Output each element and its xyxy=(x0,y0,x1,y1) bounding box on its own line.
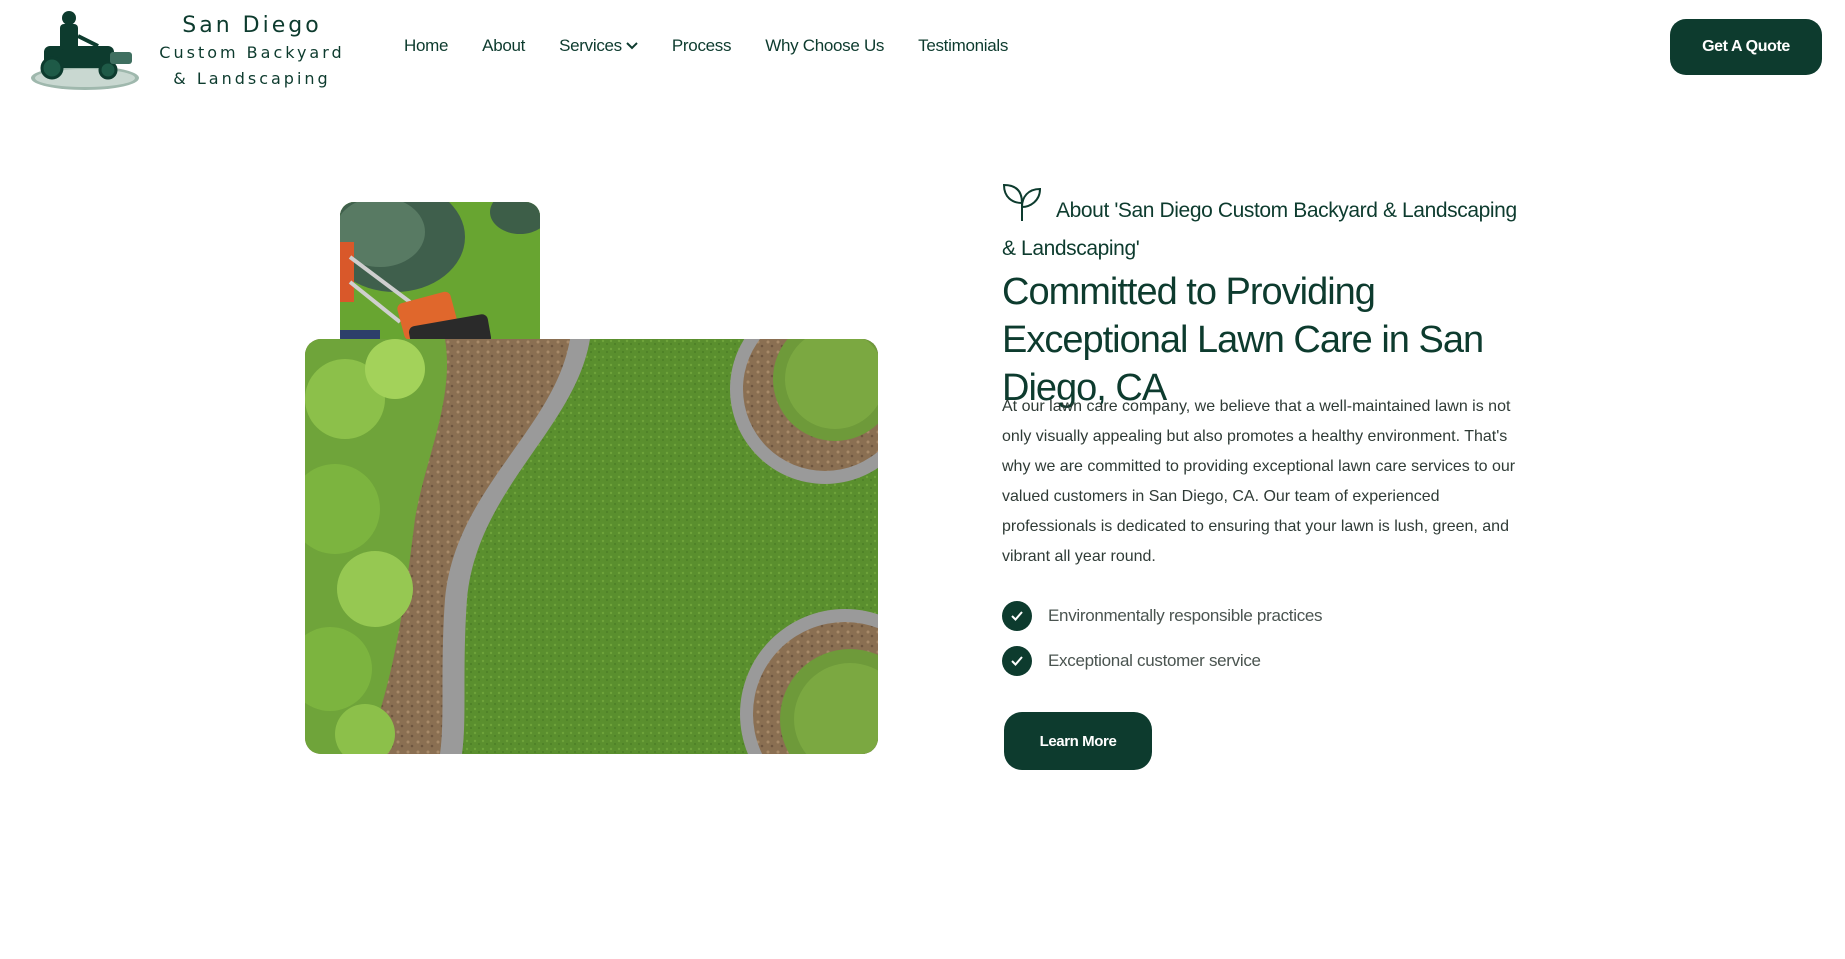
logo-line-2: Custom Backyard xyxy=(159,43,345,62)
nav-services-label: Services xyxy=(559,36,622,55)
lawn-mower-photo xyxy=(340,202,540,352)
nav-about-label: About xyxy=(482,36,526,55)
nav-services[interactable]: Services xyxy=(559,36,638,56)
about-paragraph: At our lawn care company, we believe tha… xyxy=(1002,398,1516,565)
get-a-quote-button[interactable]: Get A Quote xyxy=(1670,19,1822,75)
nav-why-choose-us[interactable]: Why Choose Us xyxy=(765,36,884,56)
feature-item: Exceptional customer service xyxy=(1002,645,1322,677)
nav-process[interactable]: Process xyxy=(671,36,732,56)
nav-process-label: Process xyxy=(671,36,732,55)
nav-testimonials-label: Testimonials xyxy=(918,36,1009,55)
about-label-text: About 'San Diego Custom Backyard & Lands… xyxy=(1002,199,1517,260)
nav-home-label: Home xyxy=(404,36,449,55)
about-label: About 'San Diego Custom Backyard & Lands… xyxy=(1002,183,1522,268)
feature-text: Exceptional customer service xyxy=(1048,651,1261,670)
logo-line-1: San Diego xyxy=(182,13,322,38)
nav-about[interactable]: About xyxy=(482,36,525,56)
nav-home[interactable]: Home xyxy=(404,36,448,56)
feature-text: Environmentally responsible practices xyxy=(1048,606,1323,625)
about-heading-row: About 'San Diego Custom Backyard & Lands… xyxy=(1002,183,1522,268)
garden-lawn-image xyxy=(305,339,878,754)
lawn-mower-image xyxy=(340,202,540,352)
nav-testimonials[interactable]: Testimonials xyxy=(918,36,1008,56)
checkmark-icon xyxy=(1002,646,1032,676)
learn-more-button[interactable]: Learn More xyxy=(1004,712,1152,770)
site-header: San Diego Custom Backyard & Landscaping … xyxy=(0,0,1845,96)
site-logo[interactable]: San Diego Custom Backyard & Landscaping xyxy=(30,6,350,90)
logo-line-3: & Landscaping xyxy=(173,69,331,88)
logo-text: San Diego Custom Backyard & Landscaping xyxy=(142,12,362,92)
nav-why-choose-us-label: Why Choose Us xyxy=(765,36,885,55)
chevron-down-icon xyxy=(626,42,638,50)
main-nav: Home About Services Process Why Choose U… xyxy=(404,36,1042,56)
feature-list: Environmentally responsible practices Ex… xyxy=(1002,600,1323,690)
garden-lawn-photo xyxy=(305,339,878,754)
section-headline: Committed to Providing Exceptional Lawn … xyxy=(1002,271,1484,409)
sprout-icon xyxy=(1002,183,1042,221)
lawn-mower-logo-icon xyxy=(31,11,139,90)
checkmark-icon xyxy=(1002,601,1032,631)
feature-item: Environmentally responsible practices xyxy=(1002,600,1323,632)
